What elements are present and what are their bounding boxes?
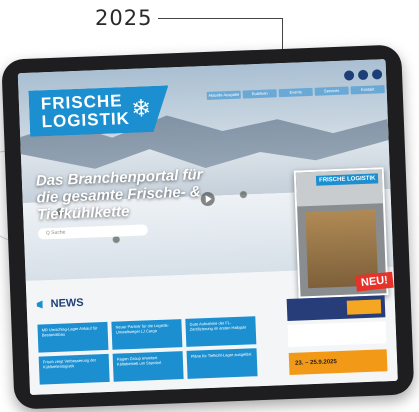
sidebar-ad[interactable]: [286, 295, 386, 322]
news-tile[interactable]: Gute Aufnahme der FL-Zertifizierung im e…: [185, 316, 257, 347]
news-tile[interactable]: Frisch zeigt Verbesserung der Kühlketten…: [38, 353, 110, 385]
news-tile[interactable]: Pläne für Tiefkühl-Lager ausgelöst: [186, 348, 258, 379]
nav-item[interactable]: Services: [314, 86, 349, 96]
logo-line2: LOGISTIK: [41, 108, 131, 132]
nav-item[interactable]: Aktuelle Ausgabe: [206, 90, 241, 100]
megaphone-icon: [37, 300, 47, 308]
ad-badge: [346, 299, 382, 315]
sidebar-ad[interactable]: [287, 321, 387, 347]
news-heading-label: NEWS: [50, 296, 84, 311]
news-tile[interactable]: MR Umschlag-Lager Ankauf für Bestandsbau: [37, 321, 109, 353]
news-tile[interactable]: Neuer Partner für die Logistik-Umweltsie…: [111, 319, 183, 350]
tablet-frame: FRISCHE LOGISTIK ❄ Aktuelle Ausgabe Rubr…: [1, 44, 415, 410]
linkedin-icon[interactable]: [371, 69, 383, 80]
hero-title: Das Branchenportal für die gesamte Frisc…: [35, 166, 203, 224]
facebook-icon[interactable]: [343, 70, 355, 81]
nav-item[interactable]: Kontakt: [350, 85, 385, 95]
nav-item[interactable]: Events: [278, 87, 313, 98]
instagram-icon[interactable]: [357, 69, 369, 81]
news-tile[interactable]: Ragen Group erweitert Kältebetrieb um St…: [112, 351, 184, 382]
news-heading: NEWS: [36, 296, 84, 311]
website-screen: FRISCHE LOGISTIK ❄ Aktuelle Ausgabe Rubr…: [17, 59, 398, 395]
event-banner[interactable]: 23. – 25.9.2025: [288, 349, 388, 375]
site-logo[interactable]: FRISCHE LOGISTIK ❄: [28, 85, 170, 136]
nav-item[interactable]: Rubriken: [242, 89, 277, 99]
snowflake-icon: ❄: [130, 95, 152, 123]
